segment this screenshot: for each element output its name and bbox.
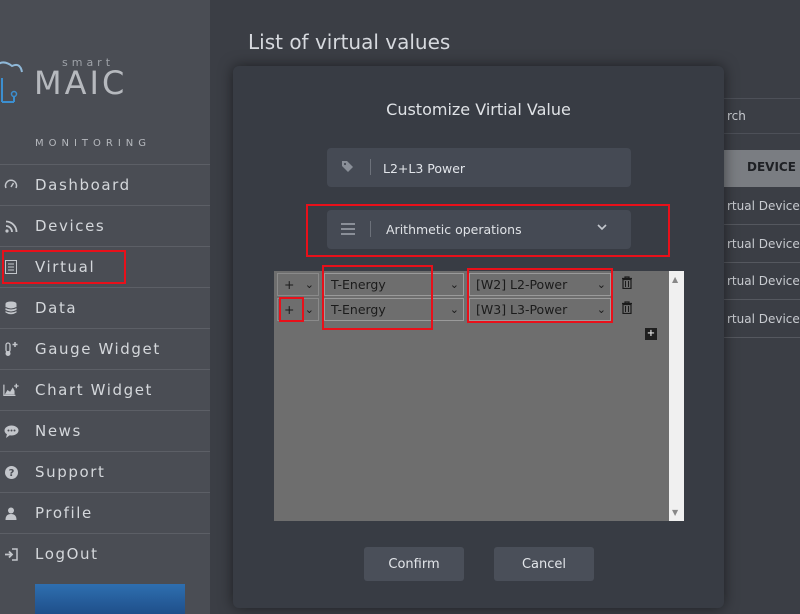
sidebar-banner-image [35, 584, 185, 614]
thermometer-plus-icon [3, 341, 19, 357]
page-title: List of virtual values [248, 30, 451, 54]
logout-icon [3, 546, 19, 562]
dialog-title: Customize Virtial Value [386, 100, 571, 119]
sidebar-item-gauge-widget[interactable]: Gauge Widget [0, 328, 210, 369]
search-placeholder: rch [727, 109, 746, 123]
table-cell: rtual Device [727, 237, 800, 251]
column-header-label: DEVICE [747, 160, 796, 174]
sidebar-item-logout[interactable]: LogOut [0, 533, 210, 574]
sidebar-item-label: Support [35, 463, 106, 481]
operation-type-label: Arithmetic operations [386, 222, 522, 237]
sidebar-item-label: LogOut [35, 545, 99, 563]
chevron-down-icon [597, 221, 607, 234]
sidebar-item-label: Chart Widget [35, 381, 154, 399]
logo-maic-text: MAIC [34, 64, 128, 102]
area-chart-plus-icon [3, 382, 19, 398]
sidebar-item-dashboard[interactable]: Dashboard [0, 164, 210, 205]
sidebar-item-label: Gauge Widget [35, 340, 161, 358]
table-row[interactable]: rtual Device [722, 225, 800, 263]
table-row[interactable]: rtual Device [722, 262, 800, 300]
virtual-value-name-field[interactable] [327, 148, 631, 187]
operation-type-select[interactable]: Arithmetic operations [327, 210, 631, 249]
field-separator [370, 221, 371, 237]
table-row[interactable]: rtual Device [722, 300, 800, 338]
sidebar-item-label: Dashboard [35, 176, 131, 194]
sidebar-item-label: Data [35, 299, 78, 317]
comment-icon [3, 423, 19, 439]
cloud-logo-icon [0, 61, 23, 103]
question-icon: ? [3, 464, 19, 480]
highlight-operator [279, 297, 304, 322]
table-cell: rtual Device [727, 274, 800, 288]
sidebar-item-label: Profile [35, 504, 93, 522]
sidebar-item-label: Devices [35, 217, 106, 235]
virtual-value-name-input[interactable] [383, 158, 613, 178]
sidebar-item-chart-widget[interactable]: Chart Widget [0, 369, 210, 410]
search-field-fragment[interactable]: rch [722, 98, 800, 134]
tag-icon [341, 160, 355, 174]
chevron-down-icon: ⌄ [449, 303, 459, 316]
sidebar-item-devices[interactable]: Devices [0, 205, 210, 246]
confirm-button[interactable]: Confirm [364, 547, 464, 581]
logo-tagline: MONITORING [35, 138, 152, 149]
scrollbar[interactable]: ▲ ▼ [669, 271, 684, 521]
field-separator [370, 159, 371, 175]
sidebar-item-label: News [35, 422, 82, 440]
table-cell: rtual Device [727, 199, 800, 213]
user-icon [3, 505, 19, 521]
scroll-down-icon[interactable]: ▼ [672, 508, 678, 517]
operator-value: + [284, 277, 295, 292]
highlight-quantity-types [322, 265, 433, 330]
trash-icon[interactable] [621, 301, 633, 315]
svg-text:?: ? [8, 468, 14, 479]
column-header-device: DEVICE [722, 150, 800, 187]
sidebar-item-data[interactable]: Data [0, 287, 210, 328]
highlight-source-values [467, 268, 613, 323]
customize-virtual-value-dialog: Customize Virtial Value Arithmetic opera… [233, 66, 724, 608]
chevron-down-icon: ⌄ [449, 278, 459, 291]
rss-icon [3, 218, 19, 234]
database-icon [3, 300, 19, 316]
chevron-down-icon: ⌄ [304, 278, 314, 291]
cancel-button[interactable]: Cancel [494, 547, 594, 581]
logo: smart MAIC [0, 50, 210, 120]
scroll-up-icon[interactable]: ▲ [672, 275, 678, 284]
add-operation-button[interactable]: + [645, 328, 657, 340]
operator-select[interactable]: + ⌄ [277, 273, 319, 296]
sidebar-item-profile[interactable]: Profile [0, 492, 210, 533]
highlight-virtual [2, 250, 126, 284]
sidebar-nav: Dashboard Devices Virtual Data Gauge Wid… [0, 164, 210, 574]
hamburger-icon [341, 223, 355, 235]
table-cell: rtual Device [727, 312, 800, 326]
sidebar: smart MAIC MONITORING Dashboard Devices … [0, 0, 210, 614]
sidebar-item-support[interactable]: ? Support [0, 451, 210, 492]
chevron-down-icon: ⌄ [304, 303, 314, 316]
table-row[interactable]: rtual Device [722, 187, 800, 225]
speedometer-icon [3, 177, 19, 193]
sidebar-item-news[interactable]: News [0, 410, 210, 451]
trash-icon[interactable] [621, 276, 633, 290]
